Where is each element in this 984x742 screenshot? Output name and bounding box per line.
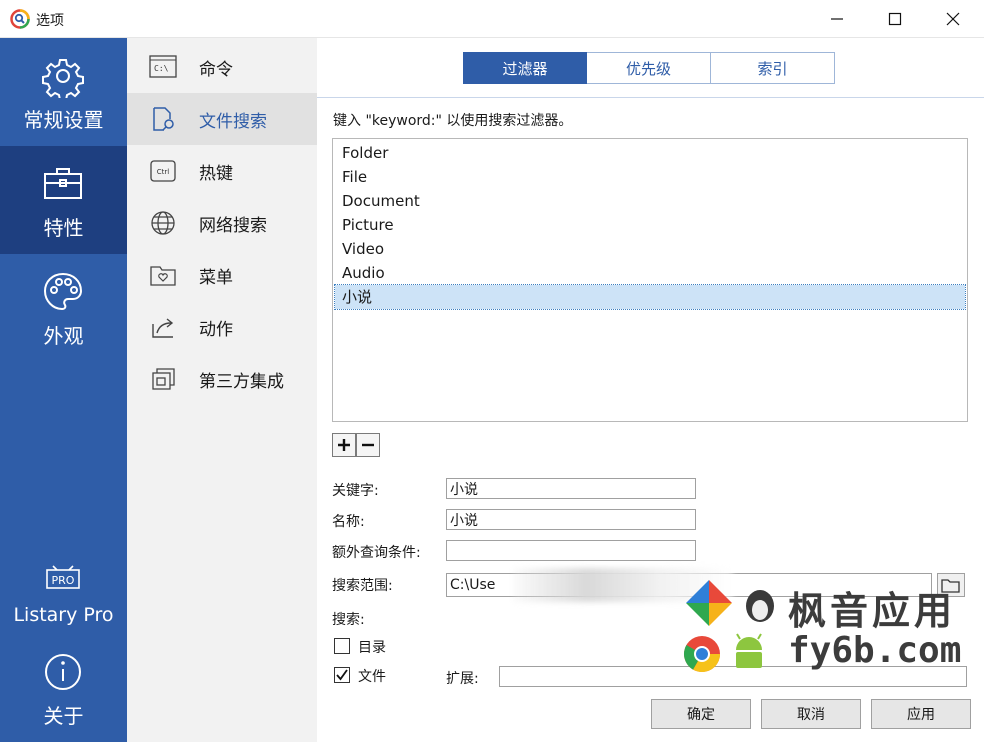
name-label: 名称:: [332, 514, 365, 530]
sub-item-label: 菜单: [199, 268, 233, 288]
category-label: 关于: [43, 704, 84, 728]
tab-divider: [317, 97, 984, 98]
name-input[interactable]: [446, 509, 696, 530]
menu-folder-icon: [150, 266, 176, 286]
category-appearance[interactable]: 外观: [0, 254, 127, 362]
category-listary-pro[interactable]: PRO Listary Pro: [0, 538, 127, 646]
filter-item[interactable]: File: [335, 165, 965, 189]
sub-item-third-party[interactable]: 第三方集成: [127, 353, 317, 405]
minimize-button[interactable]: [808, 0, 866, 38]
svg-text:C:\: C:\: [154, 64, 169, 73]
filter-item[interactable]: Document: [335, 189, 965, 213]
close-icon: [946, 12, 960, 26]
directory-checkbox-label: 目录: [358, 640, 386, 656]
sub-item-label: 文件搜索: [199, 112, 267, 132]
tab-priority[interactable]: 优先级: [587, 52, 711, 84]
category-label: Listary Pro: [13, 604, 114, 626]
gear-icon: [42, 59, 84, 98]
info-icon: [45, 654, 81, 690]
sub-item-command[interactable]: C:\ 命令: [127, 41, 317, 93]
listary-app-icon: [10, 9, 30, 29]
keyword-label: 关键字:: [332, 483, 379, 499]
ok-button[interactable]: 确定: [651, 699, 751, 729]
close-button[interactable]: [924, 0, 982, 38]
title-bar: 选项: [0, 0, 984, 38]
category-label: 常规设置: [23, 108, 104, 132]
filter-list[interactable]: Folder File Document Picture Video Audio…: [332, 138, 968, 422]
search-scope-label: 搜索范围:: [332, 578, 393, 594]
pro-badge-icon: PRO: [46, 565, 80, 589]
tab-index[interactable]: 索引: [711, 52, 835, 84]
category-features[interactable]: 特性: [0, 146, 127, 254]
category-label: 特性: [43, 216, 84, 240]
integration-icon: [152, 368, 175, 390]
keyword-input[interactable]: [446, 478, 696, 499]
filter-settings-panel: 过滤器 优先级 索引 键入 "keyword:" 以使用搜索过滤器。 Folde…: [317, 38, 984, 742]
filter-item-selected[interactable]: 小说: [334, 284, 966, 310]
sub-item-actions[interactable]: 动作: [127, 301, 317, 353]
tab-bar: 过滤器 优先级 索引: [463, 52, 835, 84]
file-checkbox-label: 文件: [358, 669, 386, 685]
remove-filter-button[interactable]: [356, 433, 380, 457]
sub-item-file-search[interactable]: 文件搜索: [127, 93, 317, 145]
sub-item-label: 网络搜索: [199, 216, 267, 236]
window-title: 选项: [36, 13, 64, 29]
extra-query-input[interactable]: [446, 540, 696, 561]
sub-item-menu[interactable]: 菜单: [127, 249, 317, 301]
extension-label: 扩展:: [446, 671, 479, 687]
folder-icon: [941, 579, 960, 593]
file-search-icon: [153, 107, 174, 131]
filter-item[interactable]: Folder: [335, 141, 965, 165]
maximize-icon: [888, 12, 902, 26]
category-general[interactable]: 常规设置: [0, 38, 127, 146]
palette-icon: [43, 272, 83, 311]
add-filter-button[interactable]: [332, 433, 356, 457]
filter-item[interactable]: Picture: [335, 213, 965, 237]
filter-hint: 键入 "keyword:" 以使用搜索过滤器。: [333, 113, 573, 129]
checkmark-icon: [336, 669, 348, 681]
category-sidebar: 常规设置 特性 外观 PRO Listary Pro 关于: [0, 38, 127, 742]
extra-query-label: 额外查询条件:: [332, 545, 421, 561]
apply-button[interactable]: 应用: [871, 699, 971, 729]
ctrl-key-icon: Ctrl: [150, 160, 176, 182]
plus-icon: [338, 439, 350, 451]
extension-input[interactable]: [499, 666, 967, 687]
minimize-icon: [831, 18, 843, 20]
globe-icon: [151, 211, 175, 235]
svg-text:PRO: PRO: [52, 574, 75, 587]
feature-nav: C:\ 命令 文件搜索 Ctrl 热键 网络搜索 菜单 动作 第三方集成: [127, 38, 317, 742]
sub-item-hotkeys[interactable]: Ctrl 热键: [127, 145, 317, 197]
file-checkbox[interactable]: [334, 667, 350, 683]
sub-item-label: 命令: [199, 60, 233, 80]
minus-icon: [362, 443, 374, 447]
sub-item-label: 热键: [199, 164, 233, 184]
maximize-button[interactable]: [866, 0, 924, 38]
tab-filters[interactable]: 过滤器: [463, 52, 587, 84]
sub-item-label: 第三方集成: [199, 372, 284, 392]
category-about[interactable]: 关于: [0, 634, 127, 742]
svg-text:Ctrl: Ctrl: [157, 168, 170, 176]
share-arrow-icon: [152, 318, 174, 338]
redacted-path-blur: [513, 568, 733, 602]
browse-folder-button[interactable]: [937, 573, 965, 597]
sub-item-label: 动作: [199, 320, 233, 340]
filter-item[interactable]: Video: [335, 237, 965, 261]
command-prompt-icon: C:\: [149, 55, 177, 78]
search-type-label: 搜索:: [332, 612, 365, 628]
toolbox-icon: [44, 168, 82, 199]
cancel-button[interactable]: 取消: [761, 699, 861, 729]
filter-item[interactable]: Audio: [335, 261, 965, 285]
directory-checkbox[interactable]: [334, 638, 350, 654]
sub-item-web-search[interactable]: 网络搜索: [127, 197, 317, 249]
category-label: 外观: [43, 324, 84, 348]
